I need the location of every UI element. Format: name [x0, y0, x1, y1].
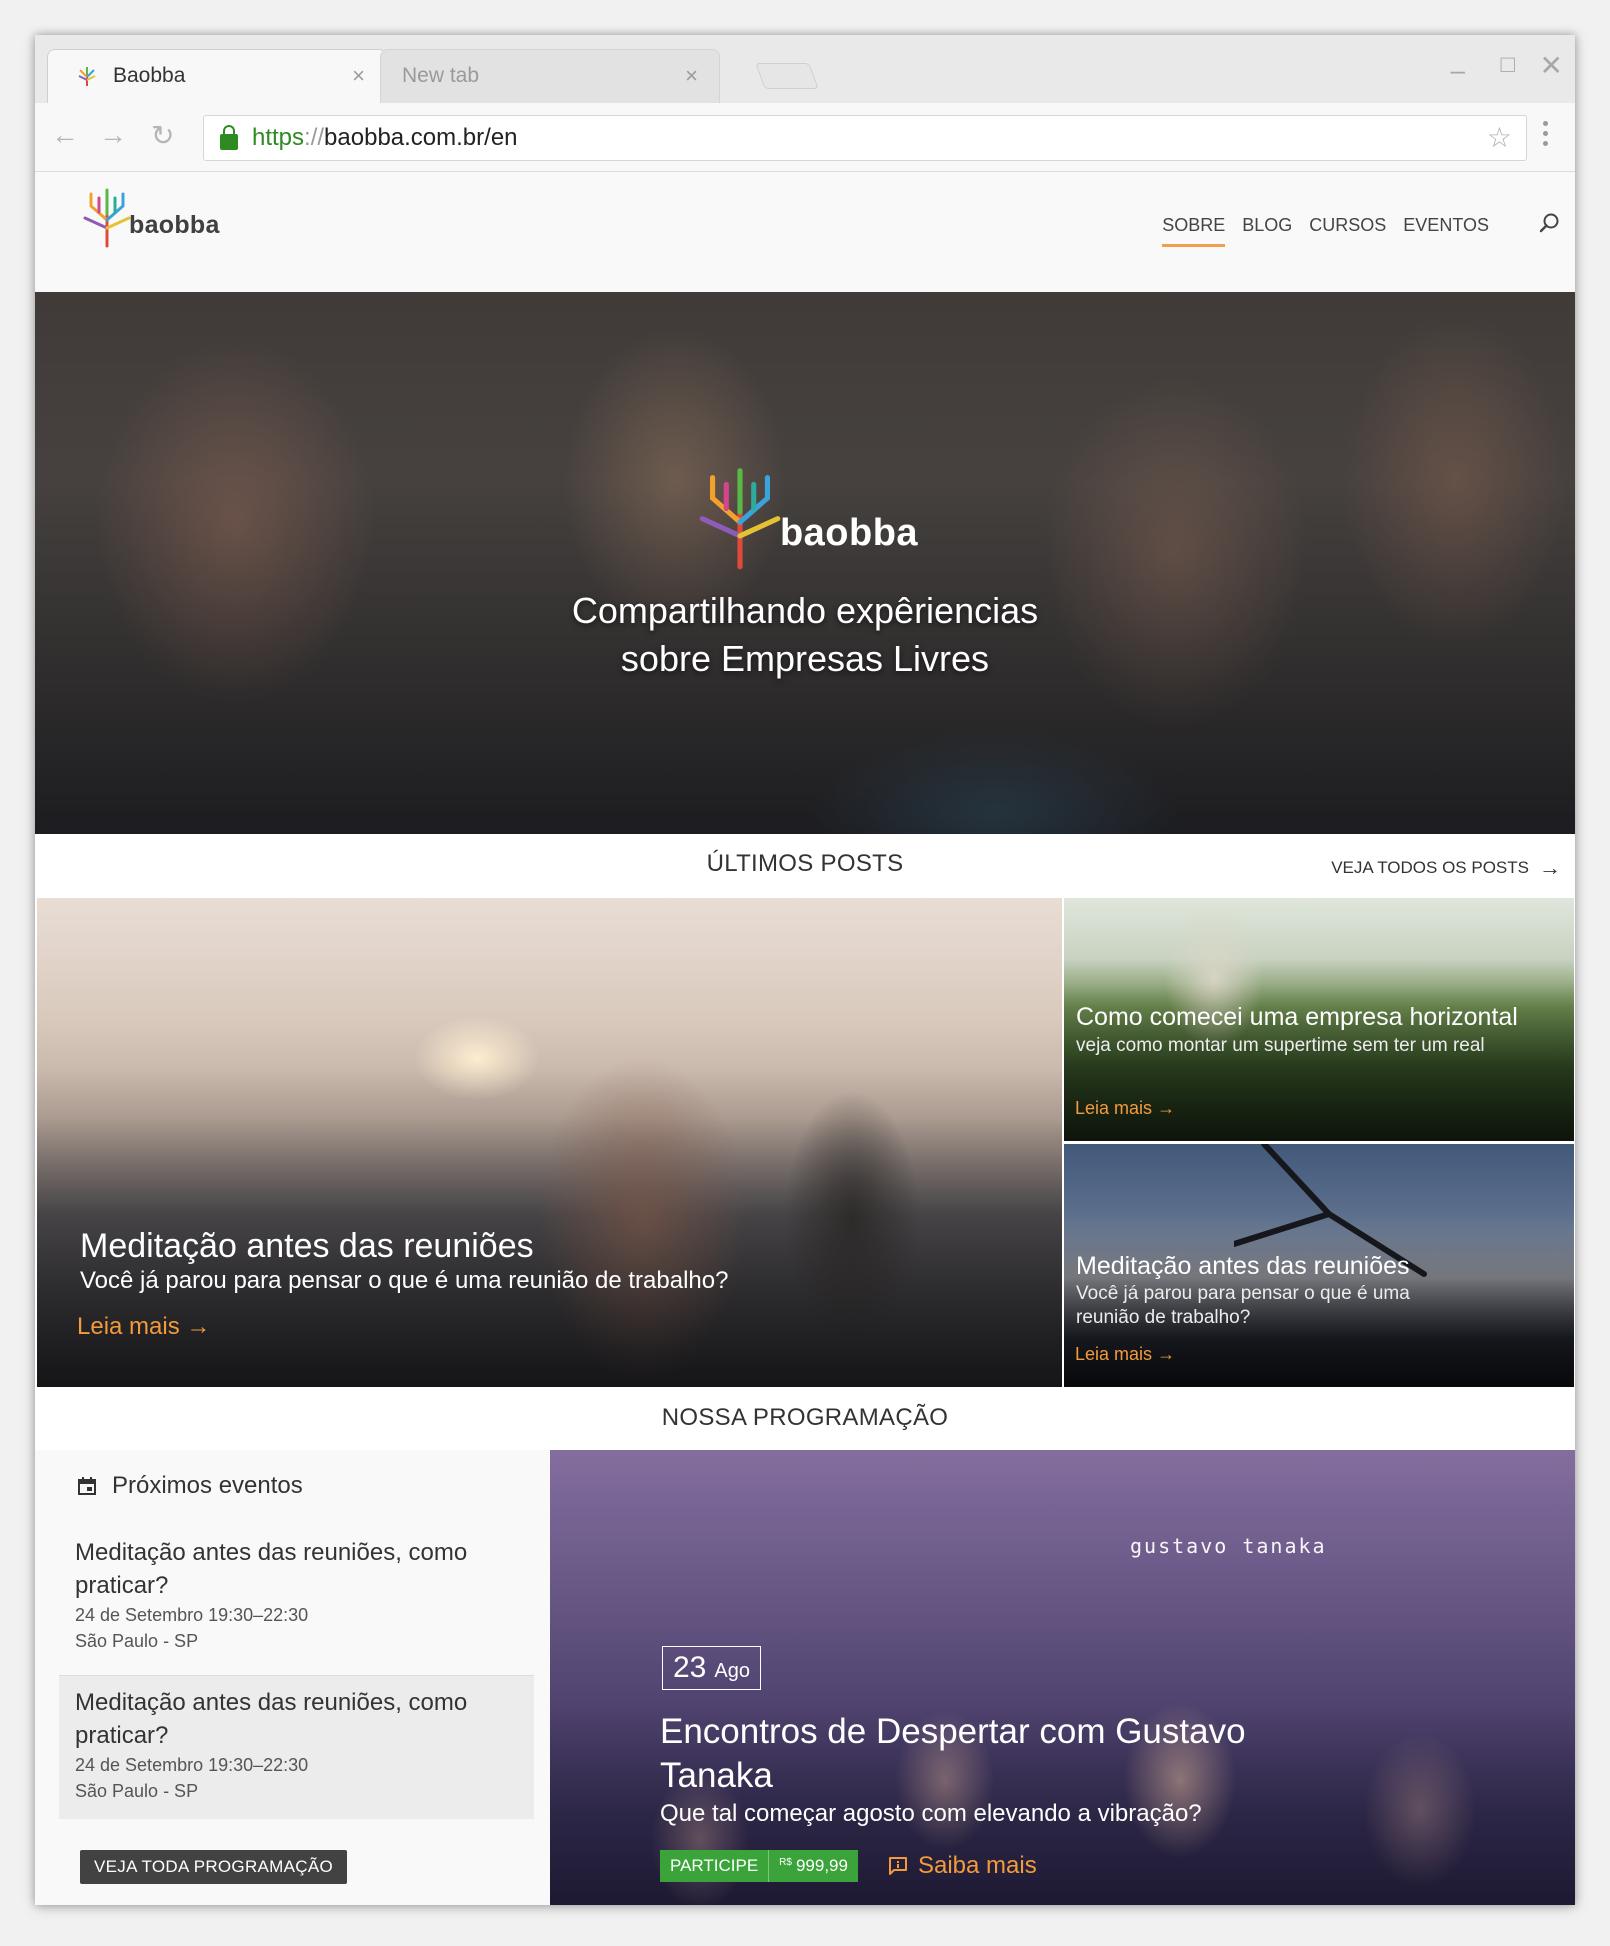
price: 999,99 [795, 1856, 848, 1875]
post-subtitle: Você já parou para pensar o que é uma re… [1076, 1283, 1410, 1328]
featured-event-title: Encontros de Despertar com Gustavo Tanak… [660, 1712, 1246, 1795]
upcoming-events-panel: Próximos eventos Meditação antes das reu… [35, 1450, 550, 1905]
arrow-right-icon: → [1539, 855, 1561, 880]
event-item[interactable]: Meditação antes das reuniões, como prati… [59, 1675, 534, 1819]
secure-lock-icon [220, 125, 238, 150]
featured-post-card[interactable]: Meditação antes das reuniões Você já par… [37, 898, 1062, 1387]
tab-baobba[interactable]: Baobba × [47, 49, 387, 103]
arrow-right-icon: → [1157, 1344, 1176, 1364]
nav-item-sobre[interactable]: SOBRE [1162, 215, 1226, 247]
event-item[interactable]: Meditação antes das reuniões, como prati… [59, 1528, 534, 1672]
post-card[interactable]: Meditação antes das reuniões Você já par… [1064, 1144, 1574, 1387]
featured-event-subtitle: Que tal começar agosto com elevando a vi… [660, 1800, 1202, 1827]
address-bar[interactable]: https://baobba.com.br/en ☆ [203, 115, 1527, 161]
reload-icon[interactable]: ↻ [151, 119, 174, 152]
close-tab-icon[interactable]: × [352, 63, 365, 89]
see-all-posts-link[interactable]: VEJA TODOS OS POSTS → [1331, 855, 1561, 881]
event-date-badge: 23 Ago [662, 1646, 761, 1690]
close-window-icon[interactable]: ✕ [1540, 49, 1563, 82]
new-tab-button[interactable] [755, 63, 819, 89]
logo-wordmark: baobba [129, 211, 220, 239]
arrow-right-icon: → [1157, 1098, 1176, 1118]
bookmark-star-icon[interactable]: ☆ [1487, 121, 1512, 154]
post-title: Meditação antes das reuniões [80, 1227, 534, 1265]
browser-toolbar: ← → ↻ https://baobba.com.br/en ☆ [35, 103, 1575, 172]
speaker-signature: gustavo tanaka [1130, 1534, 1327, 1558]
tab-new-tab[interactable]: New tab × [380, 49, 720, 103]
baobba-tree-icon [83, 188, 131, 248]
featured-event-card[interactable]: gustavo tanaka 23 Ago Encontros de Despe… [550, 1450, 1575, 1905]
main-nav: SOBRE BLOG CURSOS EVENTOS [1162, 215, 1489, 247]
close-tab-icon[interactable]: × [685, 63, 698, 89]
hero-logo: baobba [35, 462, 1575, 572]
event-datetime: 24 de Setembro 19:30–22:30 [75, 1755, 309, 1775]
event-title: Meditação antes das reuniões, como prati… [75, 1689, 468, 1749]
maximize-icon[interactable]: □ [1501, 51, 1516, 79]
upcoming-events-heading: Próximos eventos [78, 1472, 303, 1500]
post-subtitle: veja como montar um supertime sem ter um… [1076, 1035, 1485, 1056]
nav-item-eventos[interactable]: EVENTOS [1403, 215, 1489, 247]
baobba-favicon-icon [78, 67, 96, 86]
post-subtitle: Você já parou para pensar o que é uma re… [80, 1267, 729, 1294]
info-message-icon [888, 1857, 907, 1875]
post-title: Como comecei uma empresa horizontal [1076, 1003, 1518, 1031]
forward-icon[interactable]: → [99, 119, 127, 151]
web-page: baobba SOBRE BLOG CURSOS EVENTOS baobba … [35, 172, 1575, 1905]
calendar-icon [78, 1477, 96, 1495]
participate-button[interactable]: PARTICIPE R$ 999,99 [660, 1850, 858, 1882]
event-title: Meditação antes das reuniões, como prati… [75, 1539, 468, 1599]
event-location: São Paulo - SP [75, 1631, 199, 1651]
read-more-link[interactable]: Leia mais → [77, 1313, 210, 1341]
event-location: São Paulo - SP [75, 1781, 199, 1801]
search-icon[interactable] [1538, 212, 1560, 234]
event-datetime: 24 de Setembro 19:30–22:30 [75, 1605, 309, 1625]
baobba-tree-icon [699, 468, 781, 570]
program-heading: NOSSA PROGRAMAÇÃO [661, 1404, 949, 1431]
featured-event-actions: PARTICIPE R$ 999,99 Saiba mais [660, 1850, 1037, 1882]
hero-wordmark: baobba [779, 512, 919, 554]
site-header: baobba SOBRE BLOG CURSOS EVENTOS [35, 172, 1575, 292]
tab-title: Baobba [113, 64, 186, 87]
hero-banner: baobba Compartilhando expêriencias sobre… [35, 292, 1575, 834]
learn-more-link[interactable]: Saiba mais [888, 1852, 1037, 1880]
site-logo[interactable]: baobba [79, 186, 220, 248]
nav-item-cursos[interactable]: CURSOS [1309, 215, 1386, 247]
browser-menu-icon[interactable] [1543, 121, 1549, 146]
tab-title: New tab [402, 64, 480, 87]
hero-title: Compartilhando expêriencias sobre Empres… [571, 590, 1039, 679]
see-all-program-button[interactable]: VEJA TODA PROGRAMAÇÃO [80, 1850, 348, 1884]
back-icon[interactable]: ← [51, 119, 79, 151]
arrow-right-icon: → [186, 1313, 211, 1340]
read-more-link[interactable]: Leia mais → [1075, 1344, 1175, 1365]
minimize-icon[interactable]: – [1451, 55, 1465, 86]
read-more-link[interactable]: Leia mais → [1075, 1098, 1175, 1119]
post-title: Meditação antes das reuniões [1076, 1252, 1410, 1280]
post-card[interactable]: Como comecei uma empresa horizontal veja… [1064, 898, 1574, 1141]
url-text: https://baobba.com.br/en [252, 124, 518, 151]
tab-strip: Baobba × New tab × – □ ✕ [35, 35, 1575, 103]
browser-window: Baobba × New tab × – □ ✕ ← → ↻ https://b… [35, 35, 1575, 1905]
nav-item-blog[interactable]: BLOG [1242, 215, 1292, 247]
